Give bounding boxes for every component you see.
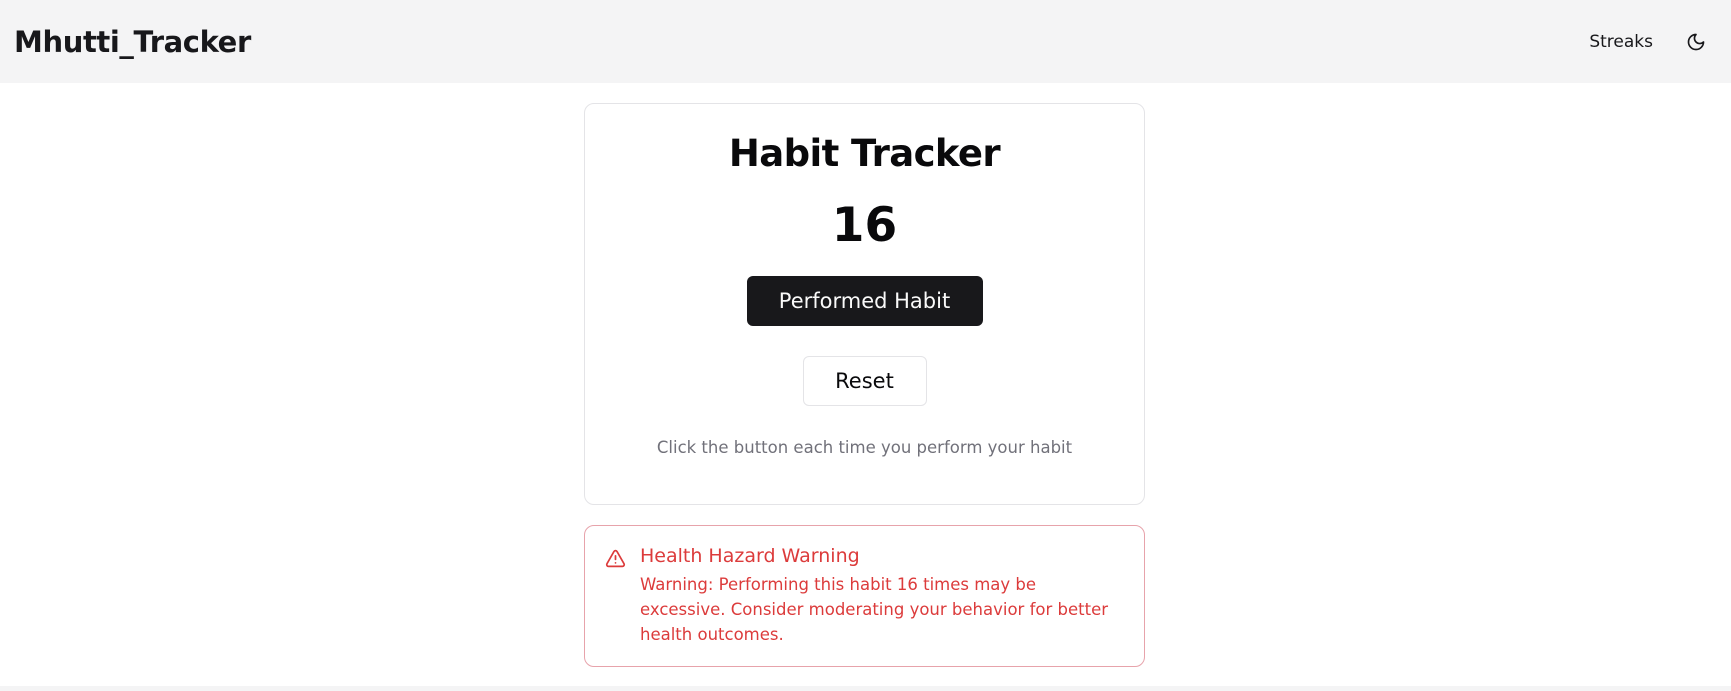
- reset-button[interactable]: Reset: [802, 356, 927, 407]
- theme-toggle-button[interactable]: [1681, 27, 1711, 57]
- performed-habit-button[interactable]: Performed Habit: [746, 276, 983, 327]
- brand-logo[interactable]: Mhutti_Tracker: [14, 25, 251, 59]
- app-root: Mhutti_Tracker Streaks Habit Tracker 16 …: [0, 0, 1731, 691]
- health-warning-alert: Health Hazard Warning Warning: Performin…: [584, 525, 1145, 667]
- card-title: Habit Tracker: [728, 132, 1001, 175]
- alert-title: Health Hazard Warning: [640, 545, 860, 567]
- habit-counter: 16: [831, 197, 898, 253]
- navbar: Mhutti_Tracker Streaks: [0, 0, 1731, 83]
- warning-triangle-icon: [605, 549, 626, 568]
- hint-text: Click the button each time you perform y…: [656, 438, 1073, 458]
- nav-streaks-link[interactable]: Streaks: [1589, 32, 1653, 52]
- moon-icon: [1687, 33, 1705, 50]
- alert-message: Warning: Performing this habit 16 times …: [640, 574, 1109, 644]
- habit-tracker-card: Habit Tracker 16 Performed Habit Reset C…: [584, 103, 1145, 505]
- nav-actions: Streaks: [1589, 27, 1711, 57]
- footer-strip: [0, 686, 1731, 691]
